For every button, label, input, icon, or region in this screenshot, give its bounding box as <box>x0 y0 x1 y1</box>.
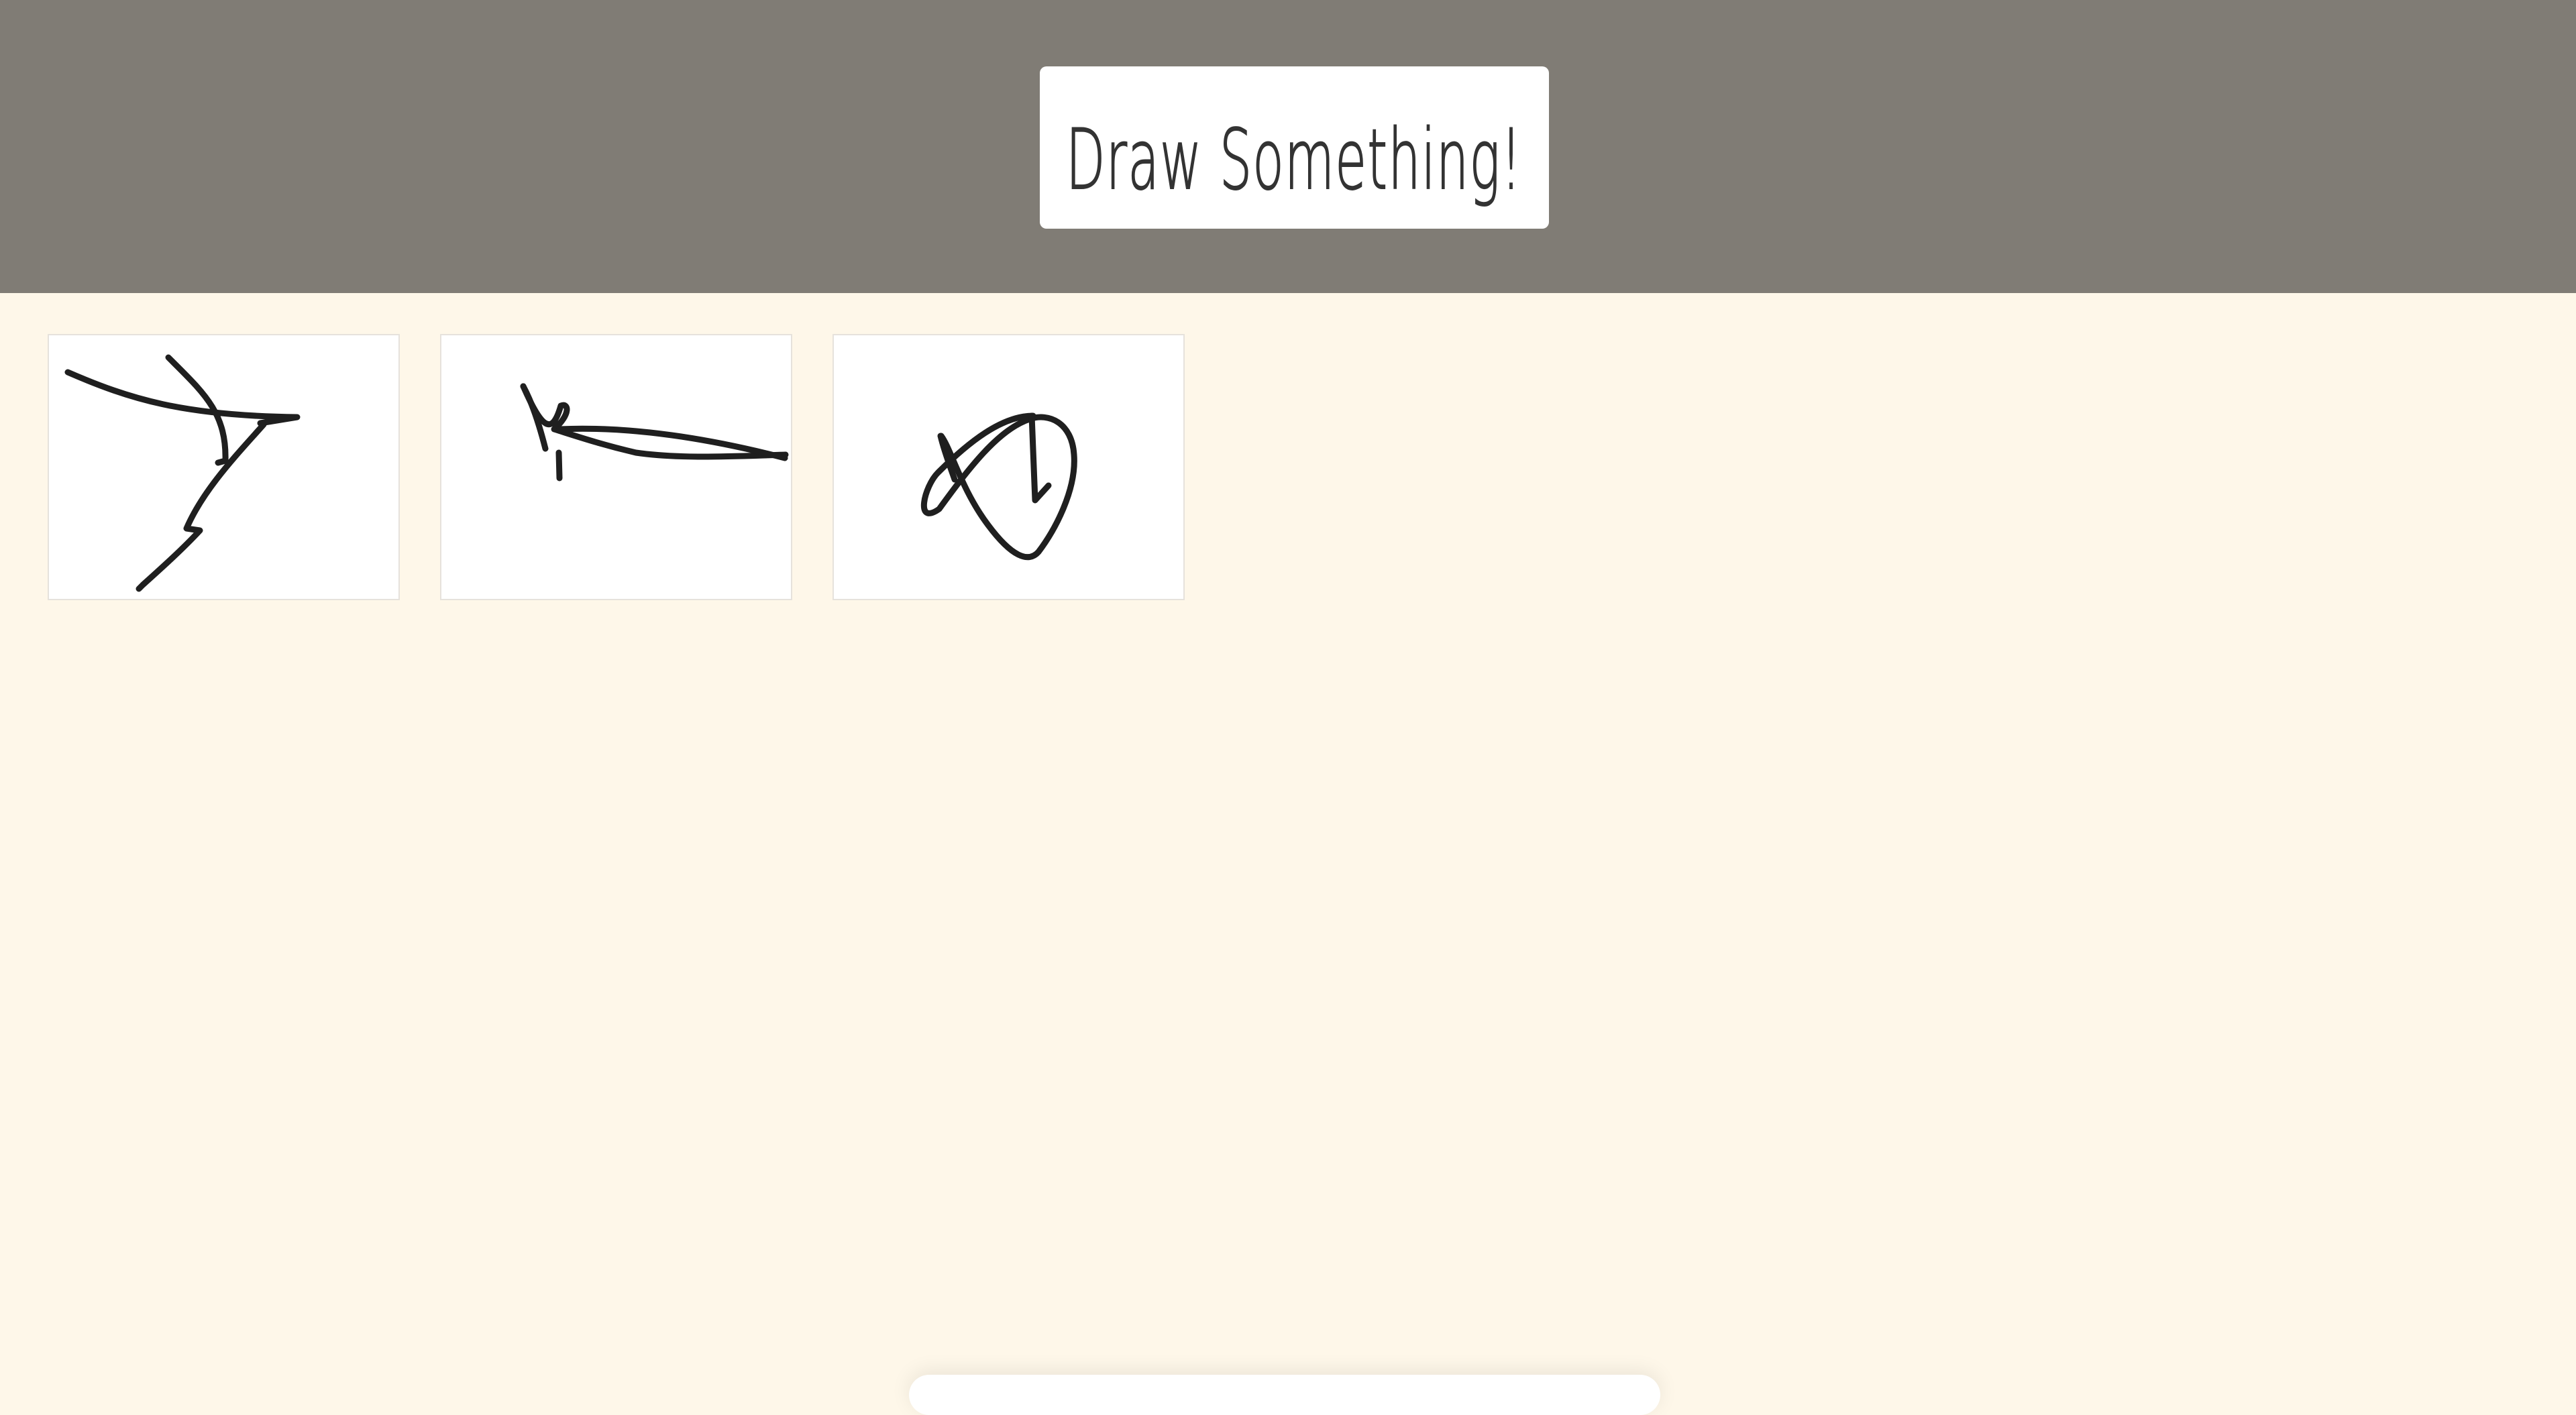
app-header: Draw Something! <box>0 0 2576 293</box>
bottom-drawer-handle[interactable] <box>909 1375 1660 1415</box>
title-banner: Draw Something! <box>1040 66 1549 229</box>
drawing-sketch <box>920 412 1077 561</box>
drawing-card[interactable] <box>48 334 400 600</box>
drawing-sketch <box>520 383 789 482</box>
page-title-text: Draw Something! <box>1066 112 1522 209</box>
drawing-card[interactable] <box>833 334 1185 600</box>
drawing-sketch <box>64 354 301 592</box>
drawing-card[interactable] <box>440 334 792 600</box>
page-title: Draw Something! <box>1065 111 1522 209</box>
